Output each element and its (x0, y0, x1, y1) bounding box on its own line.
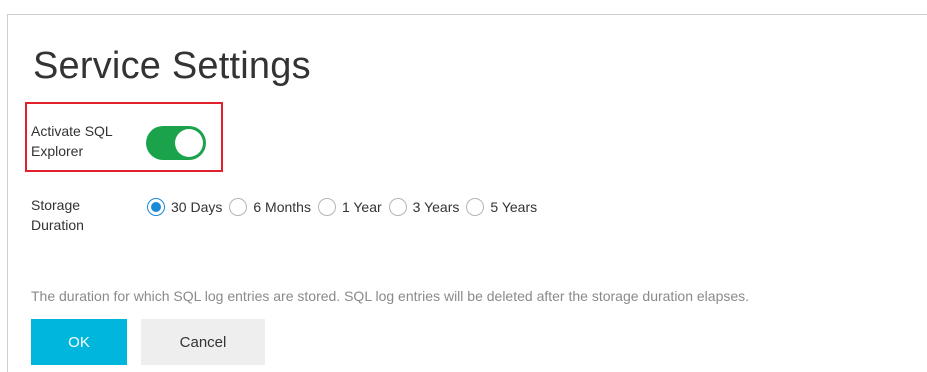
radio-1-year[interactable]: 1 Year (317, 198, 382, 216)
activate-sql-explorer-toggle[interactable] (146, 126, 206, 160)
page-title: Service Settings (33, 45, 311, 87)
sql-explorer-label-line2: Explorer (31, 143, 84, 159)
sql-explorer-label: Activate SQL Explorer (31, 121, 141, 161)
radio-circle-icon (147, 198, 165, 216)
storage-duration-radio-group: 30 Days 6 Months 1 Year 3 Years 5 Years (147, 195, 544, 219)
radio-5-years[interactable]: 5 Years (466, 198, 537, 216)
radio-label: 6 Months (253, 199, 311, 215)
radio-label: 1 Year (341, 199, 382, 215)
storage-duration-label-line1: Storage (31, 197, 81, 213)
radio-6-months[interactable]: 6 Months (229, 198, 311, 216)
radio-label: 3 Years (412, 199, 460, 215)
sql-explorer-label-line1: Activate SQL (31, 123, 113, 139)
storage-help-text: The duration for which SQL log entries a… (31, 288, 750, 304)
radio-circle-icon (229, 198, 248, 216)
cancel-button[interactable]: Cancel (141, 319, 265, 365)
storage-duration-label-line2: Duration (31, 217, 84, 233)
storage-duration-label: Storage Duration (31, 195, 121, 235)
ok-button[interactable]: OK (31, 319, 127, 365)
service-settings-panel: Service Settings Activate SQL Explorer S… (7, 14, 927, 372)
toggle-knob (175, 129, 203, 157)
radio-30-days[interactable]: 30 Days (147, 198, 222, 216)
radio-label: 5 Years (490, 199, 538, 215)
radio-3-years[interactable]: 3 Years (388, 198, 460, 216)
radio-circle-icon (317, 198, 336, 216)
radio-circle-icon (466, 198, 485, 216)
radio-label: 30 Days (171, 199, 223, 215)
radio-circle-icon (388, 198, 407, 216)
